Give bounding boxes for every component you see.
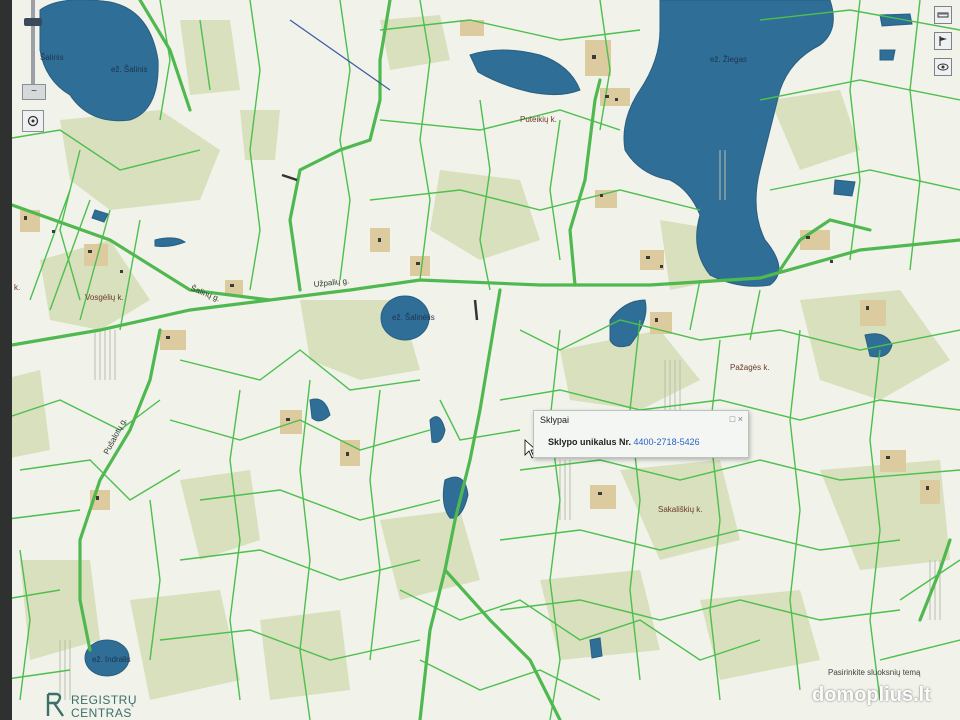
monitor-bezel (0, 0, 12, 720)
popup-title: Sklypai (540, 415, 570, 425)
parcel-id-link[interactable]: 4400-2718-5426 (634, 437, 700, 447)
zoom-out-button[interactable]: − (22, 84, 46, 100)
village-label-sakaliskiai: Sakališkių k. (658, 505, 702, 514)
lake-label-salinis: ež. Šalinis (111, 65, 147, 74)
site-watermark: domoplius.lt (812, 684, 931, 706)
cadastral-map[interactable]: ež. Šalinis ež. Žiegas ež. Šalinėlis ež.… (0, 0, 960, 720)
flag-tool-button[interactable] (934, 32, 952, 50)
map-viewport[interactable]: ež. Šalinis ež. Žiegas ež. Šalinėlis ež.… (0, 0, 960, 720)
village-label-vosgeliai: Vosgėlių k. (85, 293, 124, 302)
parcel-id-label: Sklypo unikalus Nr. (548, 437, 634, 447)
flag-icon (939, 36, 947, 46)
layer-theme-select[interactable]: Pasirinkite sluoksnių temą (828, 668, 920, 677)
locate-button[interactable] (22, 110, 44, 132)
eye-icon (937, 63, 949, 71)
popup-controls: □ × (730, 414, 743, 424)
eye-tool-button[interactable] (934, 58, 952, 76)
logo-line1: REGISTRŲ (71, 693, 138, 707)
crosshair-icon (27, 115, 39, 127)
zoom-handle[interactable] (24, 18, 42, 26)
village-label-puteikiai: Puteikių k. (520, 115, 557, 124)
popup-body: Sklypo unikalus Nr. 4400-2718-5426 (548, 437, 700, 447)
registru-centras-logo: REGISTRŲ CENTRAS (45, 692, 165, 720)
parcel-info-popup[interactable]: Sklypai □ × Sklypo unikalus Nr. 4400-271… (533, 410, 749, 458)
village-label-pazage: Pažagės k. (730, 363, 770, 372)
lake-label-salinelis: ež. Šalinėlis (392, 313, 435, 322)
village-label-fragment: k. (14, 283, 20, 292)
ruler-tool-button[interactable] (934, 6, 952, 24)
ruler-icon (937, 12, 949, 18)
lake-label-indralis: ež. Indralis (92, 655, 131, 664)
rc-logo-icon (46, 692, 64, 717)
zoom-track[interactable] (31, 0, 35, 84)
map-tools (934, 6, 952, 84)
lake-label-ziegas: ež. Žiegas (710, 55, 747, 64)
zoom-slider[interactable]: − (22, 0, 46, 100)
logo-line2: CENTRAS (71, 706, 132, 720)
close-icon[interactable]: × (738, 414, 743, 424)
maximize-icon[interactable]: □ (730, 414, 735, 424)
